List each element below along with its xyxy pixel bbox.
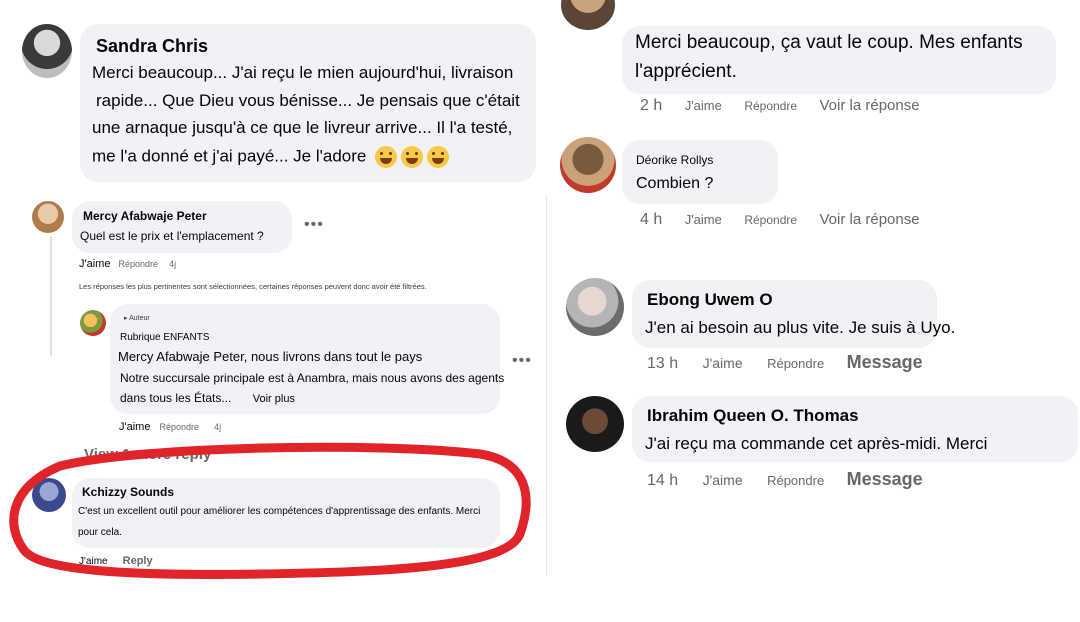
author-badge-label: Auteur (129, 315, 150, 322)
see-more-link[interactable]: Voir plus (253, 393, 295, 405)
grinning-emoji-icon (401, 146, 424, 168)
comment-actions: 14 h J'aime Répondre Message (647, 469, 923, 490)
message-link[interactable]: Message (847, 352, 923, 373)
comment-author[interactable]: Rubrique ENFANTS (120, 332, 209, 343)
message-link[interactable]: Message (847, 469, 923, 490)
comment-author[interactable]: Ibrahim Queen O. Thomas (647, 406, 859, 426)
avatar[interactable] (561, 0, 615, 30)
reply-link[interactable]: Répondre (119, 259, 159, 269)
comment-text-line: l'apprécient. (635, 61, 737, 82)
comment-actions: 2 h J'aime Répondre Voir la réponse (640, 97, 920, 115)
comment-text-line: Notre succursale principale est à Anambr… (120, 371, 505, 385)
comment-actions: J'aime Répondre 4j (79, 258, 176, 270)
like-link[interactable]: J'aime (685, 98, 722, 113)
more-options-icon[interactable]: ••• (304, 216, 324, 234)
reply-link[interactable]: Répondre (767, 473, 824, 488)
comment-text-line: rapide... Que Dieu vous bénisse... Je pe… (96, 91, 520, 110)
comment-text-truncated: dans tous les États... (120, 391, 232, 405)
grinning-emoji-icon (427, 146, 450, 168)
more-options-icon[interactable]: ••• (512, 352, 532, 370)
like-link[interactable]: J'aime (79, 258, 110, 270)
avatar[interactable] (566, 396, 624, 452)
comment-bubble-mercy: Mercy Afabwaje Peter Quel est le prix et… (72, 201, 292, 253)
comment-author[interactable]: Ebong Uwem O (647, 290, 773, 310)
comment-author[interactable]: Sandra Chris (96, 36, 208, 57)
like-link[interactable]: J'aime (703, 472, 743, 488)
comment-bubble-deorike: Déorike Rollys Combien ? (622, 140, 778, 204)
comment-text-line: Merci beaucoup... J'ai reçu le mien aujo… (92, 63, 514, 82)
panel-divider (546, 195, 547, 575)
timestamp: 4 h (640, 211, 663, 228)
red-highlight-annotation (9, 442, 531, 579)
comment-bubble-ibrahim: Ibrahim Queen O. Thomas J'ai reçu ma com… (632, 396, 1078, 462)
avatar[interactable] (566, 278, 624, 336)
timestamp: 4j (214, 422, 222, 432)
timestamp: 2 h (640, 97, 663, 114)
comment-bubble-top: Merci beaucoup, ça vaut le coup. Mes enf… (622, 26, 1056, 94)
reply-link[interactable]: Répondre (160, 422, 200, 432)
comment-text-line: Mercy Afabwaje Peter, nous livrons dans … (118, 349, 423, 364)
comment-text: Combien ? (636, 175, 714, 192)
filter-note: Les réponses les plus pertinentes sont s… (79, 282, 427, 291)
timestamp: 4j (169, 259, 177, 269)
reply-link[interactable]: Répondre (744, 99, 797, 113)
like-link[interactable]: J'aime (703, 355, 743, 371)
timestamp: 13 h (647, 355, 679, 372)
grinning-emoji-icon (375, 146, 398, 168)
avatar[interactable] (22, 24, 72, 78)
comment-text-line: une arnaque jusqu'à ce que le livreur ar… (92, 118, 513, 137)
like-link[interactable]: J'aime (685, 212, 722, 227)
comment-text-line: dans tous les États... Voir plus (120, 391, 295, 405)
comment-actions: 4 h J'aime Répondre Voir la réponse (640, 211, 920, 229)
avatar[interactable] (80, 310, 106, 336)
avatar[interactable] (32, 201, 64, 233)
comment-author[interactable]: Déorike Rollys (636, 153, 713, 167)
comment-text: J'en ai besoin au plus vite. Je suis à U… (645, 318, 956, 337)
thread-line (50, 236, 52, 356)
author-badge: ▸ Auteur (124, 314, 150, 322)
like-link[interactable]: J'aime (119, 421, 150, 433)
avatar[interactable] (560, 137, 616, 193)
see-reply-link[interactable]: Voir la réponse (820, 97, 920, 114)
timestamp: 14 h (647, 472, 679, 489)
see-reply-link[interactable]: Voir la réponse (820, 211, 920, 228)
reply-bubble-page: ▸ Auteur Rubrique ENFANTS Mercy Afabwaje… (110, 304, 504, 414)
comment-text-line: me l'a donné et j'ai payé... Je l'adore (92, 146, 450, 168)
comment-actions: J'aime Répondre 4j (119, 421, 221, 433)
reply-link[interactable]: Répondre (744, 213, 797, 227)
comment-actions: 13 h J'aime Répondre Message (647, 352, 923, 373)
comment-text-last: me l'a donné et j'ai payé... Je l'adore (92, 146, 367, 166)
reply-link[interactable]: Répondre (767, 356, 824, 371)
comment-bubble-ebong: Ebong Uwem O J'en ai besoin au plus vite… (632, 280, 955, 348)
comment-bubble-sandra: Sandra Chris Merci beaucoup... J'ai reçu… (80, 24, 536, 182)
comment-text-line: Merci beaucoup, ça vaut le coup. Mes enf… (635, 32, 1023, 53)
comment-text: Quel est le prix et l'emplacement ? (80, 229, 264, 243)
comment-author[interactable]: Mercy Afabwaje Peter (83, 209, 207, 223)
comment-text: J'ai reçu ma commande cet après-midi. Me… (645, 434, 988, 453)
